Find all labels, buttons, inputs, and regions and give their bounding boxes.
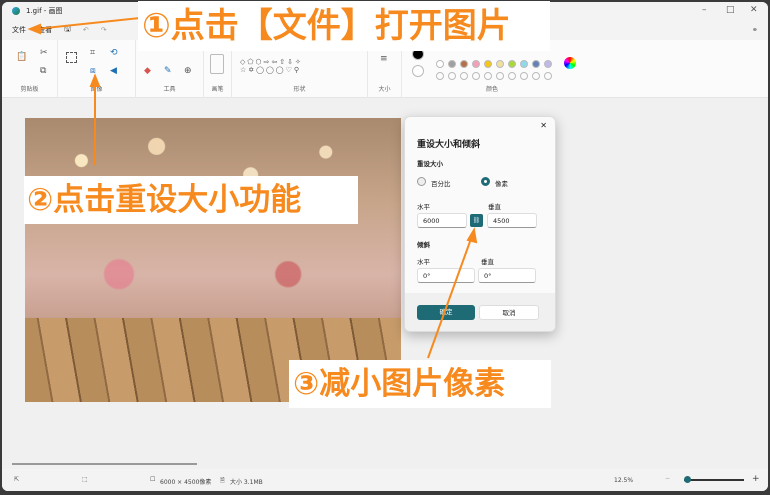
arrow-step1 [35,17,141,30]
annotation-arrows [27,17,478,359]
callout-step3: ③减小图片像素 [289,360,551,408]
callout-step1: ①点击【文件】打开图片 [138,1,550,51]
arrow-step3-head [466,227,478,244]
callout-step2: ②点击重设大小功能 [24,176,358,224]
arrow-step1-head [27,23,41,35]
arrow-step3 [427,235,473,359]
arrow-step2-head [89,73,101,87]
